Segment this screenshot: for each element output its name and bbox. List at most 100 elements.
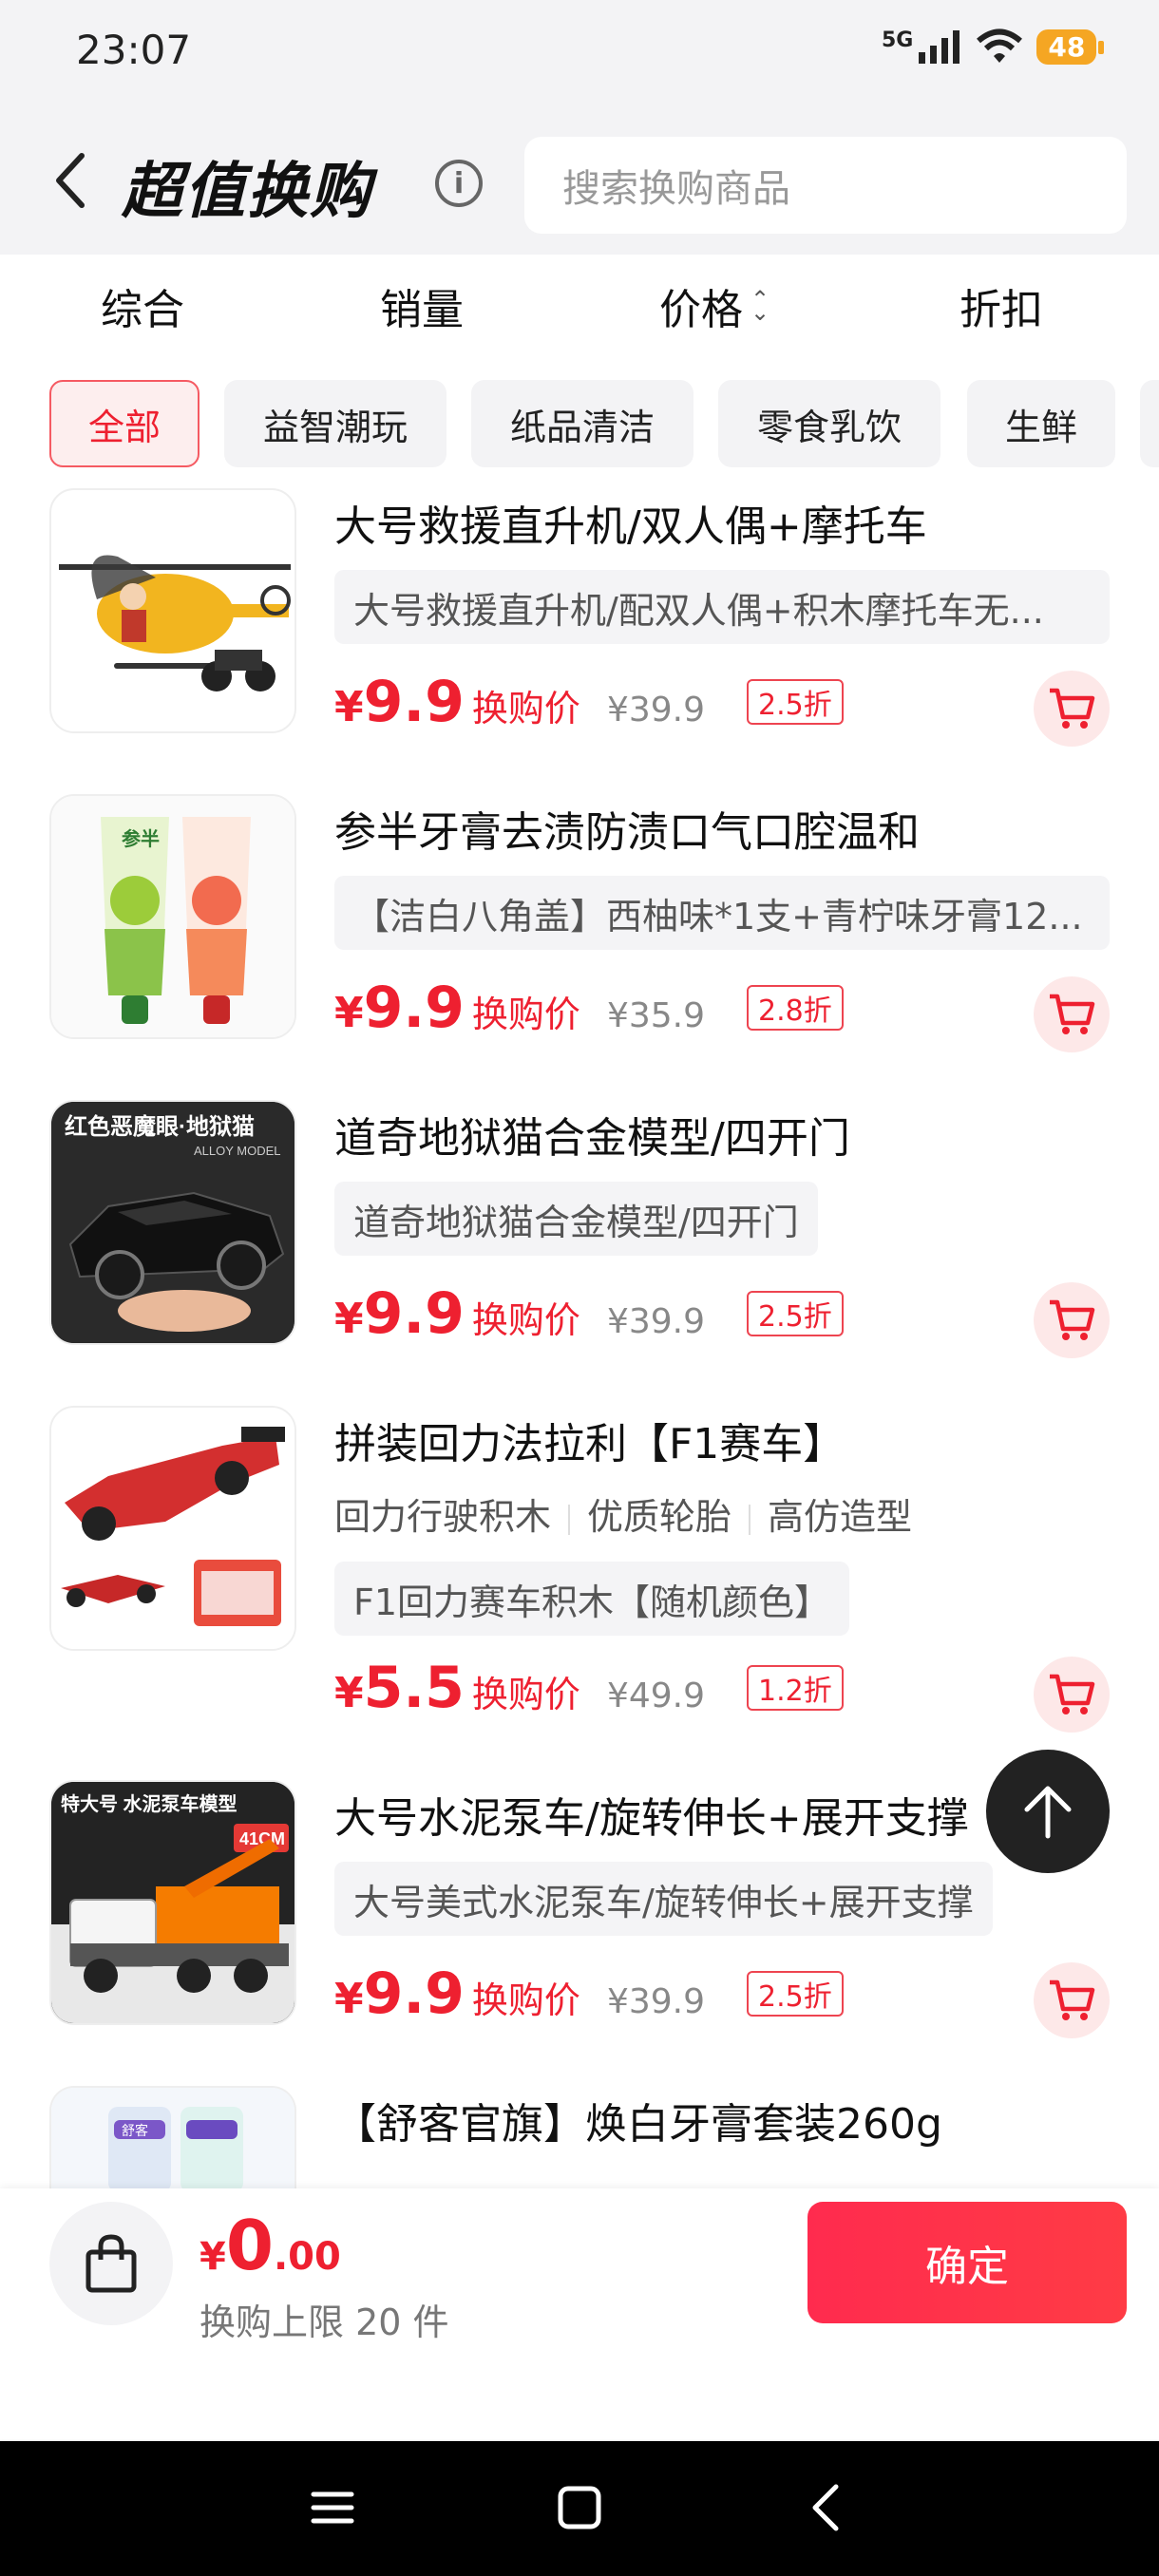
product-image-car[interactable]: 红色恶魔眼·地狱猫 ALLOY MODEL <box>49 1100 296 1345</box>
product-spec[interactable]: 道奇地狱猫合金模型/四开门 <box>334 1182 818 1256</box>
add-to-cart-button[interactable] <box>1034 671 1110 747</box>
product-title[interactable]: 拼装回力法拉利【F1赛车】 <box>334 1410 845 1470</box>
back-icon[interactable] <box>51 152 89 209</box>
home-icon[interactable] <box>551 2479 608 2536</box>
original-price: ¥39.9 <box>606 1302 705 1341</box>
exchange-price: 5.5 <box>363 1655 465 1721</box>
back-nav-icon[interactable] <box>798 2479 855 2536</box>
product-tag: 高仿造型 <box>768 1496 913 1538</box>
total-currency: ¥ <box>200 2235 226 2279</box>
menu-icon[interactable] <box>304 2479 361 2536</box>
arrow-up-icon <box>1024 1786 1072 1839</box>
cart-icon <box>1050 1299 1095 1340</box>
exchange-price-label: 换购价 <box>471 688 580 729</box>
exchange-price: 9.9 <box>363 669 465 735</box>
discount-badge: 2.8折 <box>747 985 844 1031</box>
product-image-toothpaste[interactable]: 参半 <box>49 794 296 1039</box>
add-to-cart-button[interactable] <box>1034 1282 1110 1358</box>
cart-icon <box>1050 688 1095 729</box>
category-all[interactable]: 全部 <box>49 380 200 467</box>
product-spec[interactable]: 大号救援直升机/配双人偶+积木摩托车无... <box>334 570 1110 644</box>
exchange-price-label: 换购价 <box>471 1674 580 1715</box>
shuke-brand: 舒客 <box>122 2123 148 2138</box>
truck-banner-text: 特大号 水泥泵车模型 <box>61 1792 238 1815</box>
product-price-row: ¥ 9.9 换购价 ¥35.9 2.8折 <box>334 975 844 1041</box>
product-tags: 回力行驶积木 优质轮胎 高仿造型 <box>334 1487 912 1540</box>
status-icons: 5G 48 <box>882 28 1105 65</box>
product-title[interactable]: 参半牙膏去渍防渍口气口腔温和 <box>334 798 920 859</box>
sort-discount[interactable]: 折扣 <box>960 275 1043 336</box>
confirm-button[interactable]: 确定 <box>808 2202 1127 2323</box>
total-decimal: .00 <box>273 2235 341 2279</box>
total-price: ¥ 0 .00 <box>200 2206 341 2285</box>
car-banner-text: 红色恶魔眼·地狱猫 <box>65 1113 255 1140</box>
discount-badge: 2.5折 <box>747 679 844 725</box>
original-price: ¥35.9 <box>606 996 705 1035</box>
price-currency: ¥ <box>334 1295 364 1343</box>
signal-icon <box>919 30 960 64</box>
sort-price-label: 价格 <box>659 286 743 334</box>
info-icon[interactable]: i <box>435 160 483 207</box>
price-currency: ¥ <box>334 1975 364 2023</box>
product-spec[interactable]: 大号美式水泥泵车/旋转伸长+展开支撑 <box>334 1862 993 1936</box>
exchange-price: 9.9 <box>363 1960 465 2027</box>
cart-icon <box>1050 1979 1095 2020</box>
product-title[interactable]: 大号救援直升机/双人偶+摩托车 <box>334 492 927 553</box>
original-price: ¥49.9 <box>606 1676 705 1715</box>
product-image-helicopter[interactable] <box>49 488 296 733</box>
category-more[interactable] <box>1140 380 1159 467</box>
discount-badge: 2.5折 <box>747 1971 844 2017</box>
original-price: ¥39.9 <box>606 691 705 729</box>
product-title[interactable]: 大号水泥泵车/旋转伸长+展开支撑 <box>334 1784 969 1845</box>
add-to-cart-button[interactable] <box>1034 1962 1110 2038</box>
add-to-cart-button[interactable] <box>1034 1657 1110 1733</box>
toothpaste-brand: 参半 <box>122 827 160 850</box>
product-image-pump-truck[interactable]: 特大号 水泥泵车模型 41CM <box>49 1780 296 2025</box>
price-currency: ¥ <box>334 989 364 1037</box>
category-toys[interactable]: 益智潮玩 <box>224 380 446 467</box>
product-price-row: ¥ 9.9 换购价 ¥39.9 2.5折 <box>334 669 844 735</box>
network-label: 5G <box>882 28 914 52</box>
exchange-price-label: 换购价 <box>471 1299 580 1341</box>
discount-badge: 1.2折 <box>747 1665 844 1711</box>
price-currency: ¥ <box>334 1669 364 1717</box>
add-to-cart-button[interactable] <box>1034 976 1110 1052</box>
exchange-limit: 换购上限 20 件 <box>200 2301 449 2343</box>
category-snacks-drinks[interactable]: 零食乳饮 <box>718 380 940 467</box>
sort-arrow-icon: ⌃ ⌄ <box>750 286 770 326</box>
car-banner-sub: ALLOY MODEL <box>194 1144 281 1158</box>
back-to-top-button[interactable] <box>986 1750 1110 1873</box>
product-tag: 回力行驶积木 <box>334 1496 552 1538</box>
product-image-shuke-toothpaste[interactable]: 舒客 <box>49 2086 296 2190</box>
sort-comprehensive[interactable]: 综合 <box>101 275 184 336</box>
product-price-row: ¥ 9.9 换购价 ¥39.9 2.5折 <box>334 1280 844 1347</box>
product-title[interactable]: 【舒客官旗】焕白牙膏套装260g <box>334 2090 942 2150</box>
exchange-bag-button[interactable] <box>49 2202 173 2325</box>
category-fresh[interactable]: 生鲜 <box>967 380 1115 467</box>
cart-icon <box>1050 994 1095 1034</box>
product-image-f1[interactable] <box>49 1406 296 1651</box>
sort-sales[interactable]: 销量 <box>380 275 464 336</box>
cart-icon <box>1050 1674 1095 1714</box>
exchange-price: 9.9 <box>363 975 465 1041</box>
original-price: ¥39.9 <box>606 1982 705 2021</box>
discount-badge: 2.5折 <box>747 1291 844 1336</box>
product-price-row: ¥ 9.9 换购价 ¥39.9 2.5折 <box>334 1960 844 2027</box>
exchange-price-label: 换购价 <box>471 994 580 1035</box>
sort-price[interactable]: 价格 ⌃ ⌄ <box>659 275 770 336</box>
product-price-row: ¥ 5.5 换购价 ¥49.9 1.2折 <box>334 1655 844 1721</box>
product-title[interactable]: 道奇地狱猫合金模型/四开门 <box>334 1104 850 1165</box>
total-integer: 0 <box>225 2206 274 2285</box>
product-tag: 优质轮胎 <box>587 1496 732 1538</box>
page-title: 超值换购 <box>122 157 372 227</box>
price-currency: ¥ <box>334 683 364 731</box>
exchange-price: 9.9 <box>363 1280 465 1347</box>
wifi-icon <box>977 28 1023 63</box>
exchange-price-label: 换购价 <box>471 1979 580 2021</box>
category-paper-cleaning[interactable]: 纸品清洁 <box>471 380 694 467</box>
product-spec[interactable]: 【洁白八角盖】西柚味*1支+青柠味牙膏12... <box>334 876 1110 950</box>
search-input[interactable]: 搜索换购商品 <box>524 137 1127 234</box>
product-spec[interactable]: F1回力赛车积木【随机颜色】 <box>334 1562 850 1636</box>
battery-icon: 48 <box>1036 28 1105 65</box>
shopping-bag-icon <box>86 2234 137 2293</box>
